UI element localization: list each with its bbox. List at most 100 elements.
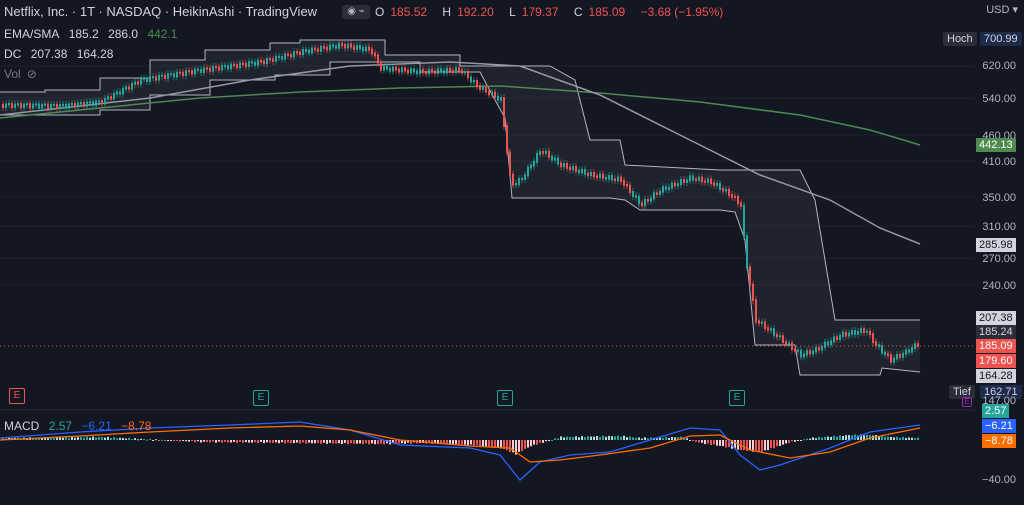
macd-legend[interactable]: MACD 2.57 −6.21 −8.78 — [4, 419, 157, 433]
macd-hist-bar — [221, 440, 223, 443]
candle-body — [200, 68, 202, 73]
candle-body — [479, 84, 481, 90]
candle-body — [875, 341, 877, 347]
candle-body — [815, 347, 817, 353]
macd-hist-bar — [200, 440, 202, 443]
macd-hist-bar — [77, 437, 79, 440]
candle-body — [737, 196, 739, 205]
candle-body — [758, 320, 760, 324]
candle-body — [278, 55, 280, 59]
candle-body — [53, 103, 55, 106]
macd-hist-bar — [632, 437, 634, 440]
candle-body — [482, 86, 484, 90]
candle-body — [134, 81, 136, 85]
sma-slow-price-tag: 442.13 — [976, 138, 1016, 152]
macd-hist-bar — [332, 440, 334, 444]
candle-body — [185, 70, 187, 76]
macd-hist-bar — [467, 440, 469, 446]
candle-body — [65, 103, 67, 109]
earnings-marker-icon[interactable]: E — [729, 390, 745, 406]
candle-body — [422, 69, 424, 74]
candle-body — [881, 345, 883, 354]
candle-body — [170, 73, 172, 76]
macd-hist-bar — [362, 440, 364, 445]
macd-hist-bar — [815, 438, 817, 440]
candle-body — [161, 74, 163, 77]
eye-off-icon[interactable]: ⊘ — [27, 67, 37, 81]
candle-body — [119, 91, 121, 95]
candle-body — [491, 91, 493, 96]
earnings-marker-icon[interactable]: E — [497, 390, 513, 406]
candle-body — [503, 97, 505, 127]
earnings-marker-icon[interactable]: E — [9, 388, 25, 404]
candle-body — [731, 193, 733, 198]
symbol-legend[interactable]: Netflix, Inc. · 1T · NASDAQ · HeikinAshi… — [4, 4, 323, 19]
macd-hist-bar — [185, 440, 187, 442]
currency-selector[interactable]: USD ▾ — [986, 3, 1018, 16]
macd-hist-bar — [524, 440, 526, 449]
macd-hist-bar — [827, 436, 829, 440]
macd-hist-bar — [116, 438, 118, 440]
candle-body — [398, 68, 400, 73]
macd-hist-bar — [149, 438, 151, 440]
visibility-toggle-icon[interactable]: ◉ ⌁ — [342, 5, 370, 19]
candle-body — [155, 76, 157, 81]
candle-body — [461, 69, 463, 74]
macd-hist-bar — [119, 437, 121, 440]
candle-body — [530, 164, 532, 169]
candle-body — [752, 283, 754, 302]
macd-hist-bar — [551, 439, 553, 441]
candle-body — [425, 71, 427, 75]
candle-body — [869, 330, 871, 336]
macd-hist-bar — [461, 440, 463, 445]
macd-hist-bar — [188, 440, 190, 442]
volume-legend[interactable]: Vol ⊘ — [4, 67, 43, 81]
macd-hist-bar — [242, 440, 244, 443]
candle-body — [50, 103, 52, 109]
macd-hist-bar — [89, 437, 91, 440]
candle-body — [113, 92, 115, 100]
macd-hist-bar — [599, 436, 601, 440]
macd-hist-bar — [146, 439, 148, 441]
macd-hist-bar — [128, 437, 130, 440]
candle-body — [830, 340, 832, 346]
candle-body — [485, 86, 487, 93]
macd-hist-bar — [338, 440, 340, 444]
donchian-legend[interactable]: DC 207.38 164.28 — [4, 47, 119, 61]
macd-hist-bar — [323, 440, 325, 443]
candle-body — [848, 332, 850, 337]
candle-body — [146, 77, 148, 82]
macd-hist-bar — [374, 440, 376, 445]
earnings-marker-icon[interactable]: E — [253, 390, 269, 406]
macd-hist-bar — [689, 440, 691, 441]
macd-hist-bar — [341, 440, 343, 445]
macd-hist-bar — [290, 440, 292, 444]
candle-body — [197, 68, 199, 71]
earnings-marker-icon[interactable]: E — [962, 397, 972, 407]
candle-body — [587, 172, 589, 177]
macd-hist-bar — [893, 437, 895, 440]
macd-hist-bar — [113, 437, 115, 440]
candle-body — [413, 68, 415, 73]
candle-body — [5, 103, 7, 109]
macd-hist-bar — [887, 436, 889, 440]
macd-hist-bar — [755, 440, 757, 452]
candle-body — [173, 73, 175, 78]
candle-body — [854, 329, 856, 335]
macd-hist-bar — [479, 440, 481, 447]
macd-hist-bar — [260, 440, 262, 443]
candle-body — [473, 80, 475, 83]
candle-body — [92, 101, 94, 106]
macd-hist-bar — [509, 440, 511, 452]
ema-sma-legend[interactable]: EMA/SMA 185.2 286.0 442.1 — [4, 27, 183, 41]
macd-hist-bar — [635, 437, 637, 440]
candle-body — [509, 151, 511, 176]
macd-hist-bar — [230, 440, 232, 443]
candle-body — [629, 184, 631, 194]
macd-hist-bar — [662, 437, 664, 440]
candle-body — [11, 102, 13, 109]
candle-body — [401, 67, 403, 73]
candle-body — [779, 335, 781, 338]
sma-mid-price-tag: 285.98 — [976, 238, 1016, 252]
macd-hist-bar — [143, 439, 145, 441]
